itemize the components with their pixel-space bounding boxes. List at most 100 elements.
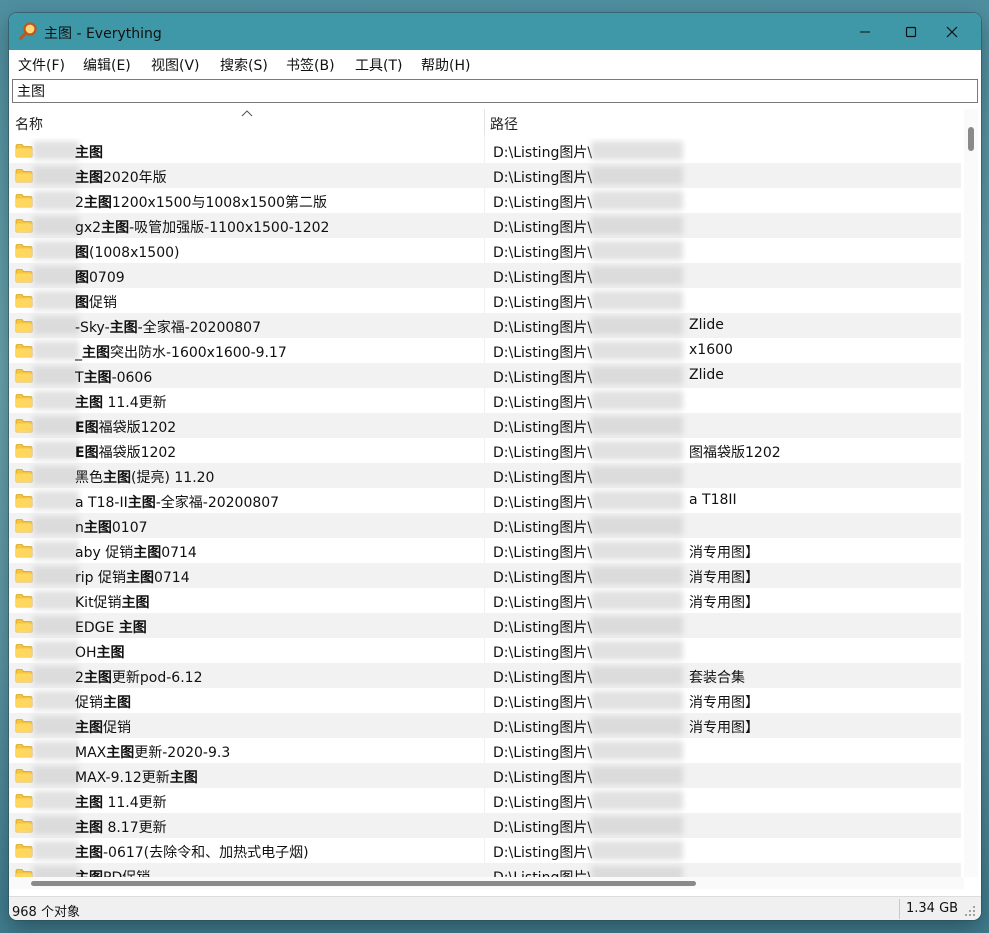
table-row[interactable]: 图0709 D:\Listing图片\ — [9, 263, 961, 288]
menu-file[interactable]: 文件(F) — [18, 55, 65, 75]
file-name: 主图2020年版 — [75, 167, 480, 187]
table-row[interactable]: 主图 D:\Listing图片\ — [9, 138, 961, 163]
name-prefix: aby 促销 — [75, 545, 134, 561]
file-name: 图0709 — [75, 267, 480, 287]
rows-container: 主图 D:\Listing图片\ 主图2020年版 D:\Listing图片\ 2主图1… — [9, 138, 961, 877]
title-bar[interactable]: 主图 - Everything — [9, 13, 981, 50]
file-path: D:\Listing图片\ — [493, 320, 593, 336]
table-row[interactable]: 主图促销 D:\Listing图片\ 消专用图】 — [9, 713, 961, 738]
table-row[interactable]: EDGE 主图 D:\Listing图片\ — [9, 613, 961, 638]
column-divider[interactable] — [484, 109, 485, 135]
folder-icon — [15, 219, 33, 233]
table-row[interactable]: 主图 8.17更新 D:\Listing图片\ — [9, 813, 961, 838]
redacted-name — [33, 491, 79, 510]
menu-search[interactable]: 搜索(S) — [220, 55, 268, 75]
column-path-header[interactable]: 路径 — [490, 114, 518, 134]
vertical-scrollbar[interactable] — [964, 109, 978, 877]
name-suffix: (提亮) 11.20 — [131, 470, 215, 486]
redacted-name — [33, 841, 79, 860]
table-row[interactable]: 图(1008x1500) D:\Listing图片\ — [9, 238, 961, 263]
name-prefix: -Sky- — [75, 320, 110, 336]
horizontal-scroll-thumb[interactable] — [31, 881, 696, 886]
table-row[interactable]: 主图PD促销 D:\Listing图片\ — [9, 863, 961, 877]
folder-icon — [15, 869, 33, 877]
table-row[interactable]: T主图-0606 D:\Listing图片\ Zlide — [9, 363, 961, 388]
file-name: Kit促销主图 — [75, 592, 480, 612]
redacted-name — [33, 466, 79, 485]
table-row[interactable]: MAX主图更新-2020-9.3 D:\Listing图片\ — [9, 738, 961, 763]
folder-icon — [15, 519, 33, 533]
table-row[interactable]: 2主图更新pod-6.12 D:\Listing图片\ 套装合集 — [9, 663, 961, 688]
table-row[interactable]: MAX-9.12更新主图 D:\Listing图片\ — [9, 763, 961, 788]
menu-edit[interactable]: 编辑(E) — [83, 55, 131, 75]
file-name: 黑色主图(提亮) 11.20 — [75, 467, 480, 487]
file-name: 主图-0617(去除令和、加热式电子烟) — [75, 842, 480, 862]
column-name-header[interactable]: 名称 — [15, 114, 43, 134]
redacted-path — [591, 691, 683, 710]
table-row[interactable]: 黑色主图(提亮) 11.20 D:\Listing图片\ — [9, 463, 961, 488]
file-path: D:\Listing图片\ — [493, 770, 593, 786]
menu-tools[interactable]: 工具(T) — [355, 55, 402, 75]
sort-ascending-icon — [241, 110, 253, 117]
maximize-button[interactable] — [888, 13, 934, 50]
file-name: _主图突出防水-1600x1600-9.17 — [75, 342, 480, 362]
table-row[interactable]: E图福袋版1202 D:\Listing图片\ — [9, 413, 961, 438]
redacted-path — [591, 541, 683, 560]
path-tail: 消专用图】 — [689, 695, 759, 711]
file-path: D:\Listing图片\ — [493, 370, 593, 386]
table-row[interactable]: 主图 11.4更新 D:\Listing图片\ — [9, 788, 961, 813]
close-button[interactable] — [929, 13, 975, 50]
table-row[interactable]: 图促销 D:\Listing图片\ — [9, 288, 961, 313]
table-row[interactable]: a T18-II主图-全家福-20200807 D:\Listing图片\ a T1… — [9, 488, 961, 513]
file-name: gx2主图-吸管加强版-1100x1500-1202 — [75, 217, 480, 237]
menu-view[interactable]: 视图(V) — [151, 55, 200, 75]
name-match: 主图 — [83, 195, 112, 211]
maximize-icon — [905, 26, 917, 37]
table-row[interactable]: rip 促销主图0714 D:\Listing图片\ 消专用图】 — [9, 563, 961, 588]
name-match: 主图 — [75, 845, 103, 861]
path-tail: 图福袋版1202 — [689, 445, 781, 461]
search-input[interactable] — [17, 81, 967, 100]
path-tail: 消专用图】 — [689, 595, 759, 611]
table-row[interactable]: E图福袋版1202 D:\Listing图片\ 图福袋版1202 — [9, 438, 961, 463]
table-row[interactable]: gx2主图-吸管加强版-1100x1500-1202 D:\Listing图片\ — [9, 213, 961, 238]
name-match: 主图 — [75, 870, 103, 877]
name-suffix: 2020年版 — [103, 170, 167, 186]
minimize-button[interactable] — [842, 13, 888, 50]
file-path: D:\Listing图片\ — [493, 570, 593, 586]
name-match: 主图 — [103, 695, 131, 711]
table-row[interactable]: 主图 11.4更新 D:\Listing图片\ — [9, 388, 961, 413]
horizontal-scrollbar[interactable] — [9, 877, 964, 889]
table-row[interactable]: Kit促销主图 D:\Listing图片\ 消专用图】 — [9, 588, 961, 613]
redacted-name — [33, 391, 79, 410]
table-row[interactable]: 2主图1200x1500与1008x1500第二版 D:\Listing图片\ — [9, 188, 961, 213]
redacted-name — [33, 266, 79, 285]
name-prefix: MAX — [75, 745, 107, 761]
table-row[interactable]: 促销主图 D:\Listing图片\ 消专用图】 — [9, 688, 961, 713]
menu-help[interactable]: 帮助(H) — [421, 55, 470, 75]
name-suffix: 0714 — [161, 545, 197, 561]
file-path: D:\Listing图片\ — [493, 395, 593, 411]
table-row[interactable]: 主图-0617(去除令和、加热式电子烟) D:\Listing图片\ — [9, 838, 961, 863]
search-box — [12, 79, 978, 103]
menu-bookmarks[interactable]: 书签(B) — [286, 55, 335, 75]
name-suffix: 0714 — [153, 570, 190, 586]
folder-icon — [15, 744, 33, 758]
table-row[interactable]: n主图0107 D:\Listing图片\ — [9, 513, 961, 538]
table-row[interactable]: aby 促销主图0714 D:\Listing图片\ 消专用图】 — [9, 538, 961, 563]
table-row[interactable]: -Sky-主图-全家福-20200807 D:\Listing图片\ Zlide — [9, 313, 961, 338]
name-match: 主图 — [101, 220, 130, 236]
table-row[interactable]: OH主图 D:\Listing图片\ — [9, 638, 961, 663]
table-row[interactable]: _主图突出防水-1600x1600-9.17 D:\Listing图片\ x1600 — [9, 338, 961, 363]
name-match: 主图 — [109, 320, 138, 336]
vertical-scroll-thumb[interactable] — [968, 127, 974, 151]
name-match: 主图 — [75, 170, 103, 186]
redacted-name — [33, 516, 79, 535]
name-match: 主图 — [83, 520, 112, 536]
resize-grip-icon[interactable] — [964, 905, 976, 917]
table-row[interactable]: 主图2020年版 D:\Listing图片\ — [9, 163, 961, 188]
folder-icon — [15, 494, 33, 508]
name-match: 主图 — [127, 495, 156, 511]
redacted-name — [33, 316, 79, 335]
redacted-name — [33, 441, 79, 460]
